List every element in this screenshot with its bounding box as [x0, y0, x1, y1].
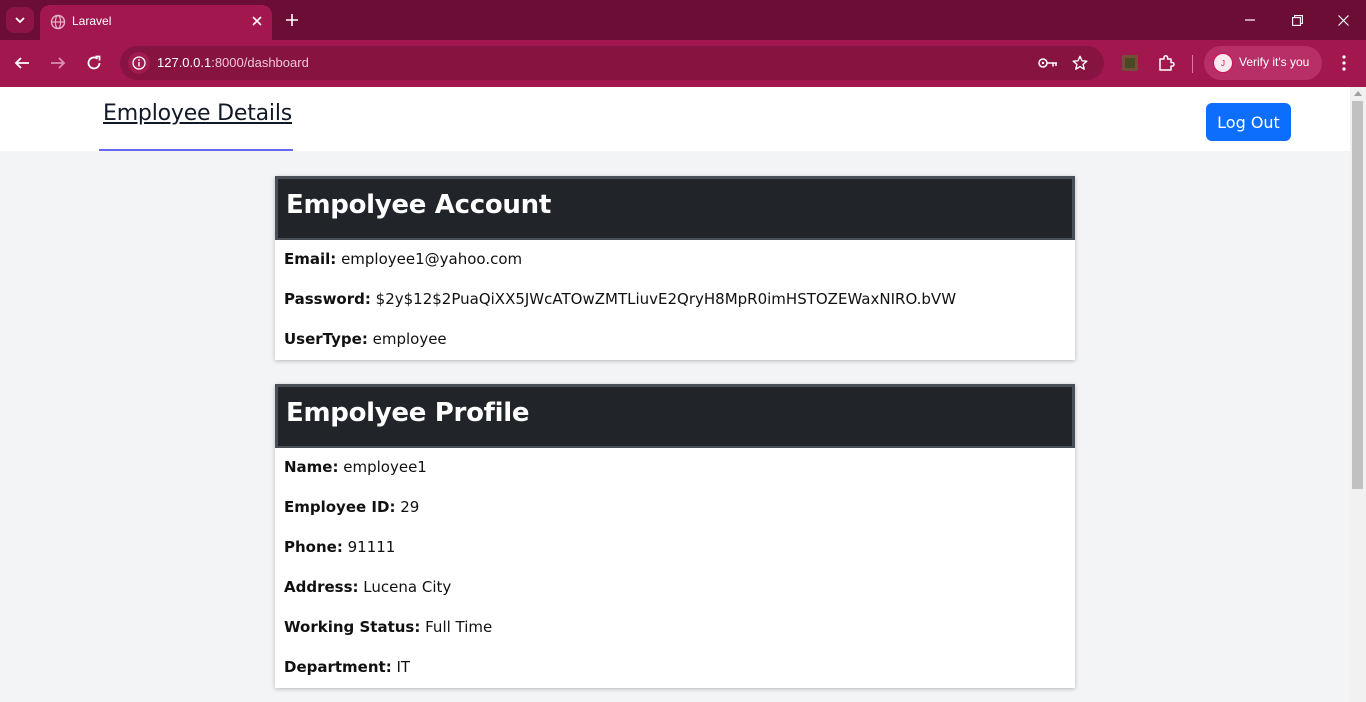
field-value: IT: [396, 658, 411, 676]
site-info-button[interactable]: [128, 52, 150, 74]
field-value: employee1: [343, 458, 427, 476]
key-icon: [1038, 58, 1057, 68]
field-label: Working Status:: [284, 618, 421, 636]
profile-name-row: Name: employee1: [284, 458, 427, 476]
field-value: Full Time: [425, 618, 493, 636]
address-bar[interactable]: 127.0.0.1:8000/dashboard: [120, 46, 1104, 80]
info-icon: [132, 56, 146, 70]
profile-label: Verify it's you: [1239, 55, 1310, 69]
tab-close-button[interactable]: [248, 12, 266, 30]
employee-details-link[interactable]: Employee Details: [103, 101, 292, 126]
extension-app-icon: [1122, 55, 1138, 71]
profile-working-status-row: Working Status: Full Time: [284, 618, 492, 636]
avatar: J: [1213, 53, 1233, 73]
scroll-up-arrow-icon[interactable]: [1354, 91, 1362, 96]
profile-card: Empolyee Profile Name: employee1 Employe…: [275, 384, 1075, 688]
new-tab-button[interactable]: [282, 10, 302, 30]
scroll-thumb[interactable]: [1352, 101, 1363, 489]
field-label: Address:: [284, 578, 359, 596]
field-label: Password:: [284, 290, 371, 308]
browser-toolbar: 127.0.0.1:8000/dashboard J Verify it's y…: [0, 40, 1366, 87]
browser-tabbar: Laravel: [0, 0, 1366, 40]
url-path: :8000/dashboard: [211, 55, 309, 70]
nav-brand: Employee Details: [99, 87, 293, 151]
account-card-title: Empolyee Account: [286, 190, 551, 220]
profile-address-row: Address: Lucena City: [284, 578, 451, 596]
plus-icon: [286, 14, 298, 26]
tab-title: Laravel: [72, 14, 112, 28]
account-usertype-row: UserType: employee: [284, 330, 447, 348]
field-value: Lucena City: [363, 578, 452, 596]
arrow-right-icon: [51, 57, 66, 69]
extension-app-button[interactable]: [1119, 52, 1141, 74]
url-host: 127.0.0.1: [157, 55, 212, 70]
app-navbar: Employee Details Log Out: [0, 87, 1350, 151]
field-label: Name:: [284, 458, 339, 476]
tab-search-button[interactable]: [6, 7, 34, 33]
field-value: $2y$12$2PuaQiXX5JWcATOwZMTLiuvE2QryH8MpR…: [375, 290, 957, 308]
arrow-left-icon: [14, 57, 29, 69]
profile-department-row: Department: IT: [284, 658, 410, 676]
minimize-icon: [1245, 19, 1255, 21]
restore-icon: [1291, 14, 1303, 26]
profile-phone-row: Phone: 91111: [284, 538, 395, 556]
reload-icon: [87, 55, 101, 70]
account-password-row: Password: $2y$12$2PuaQiXX5JWcATOwZMTLiuv…: [284, 290, 956, 308]
bookmark-star-button[interactable]: [1070, 53, 1090, 73]
account-card-header: Empolyee Account: [275, 176, 1075, 240]
field-label: Employee ID:: [284, 498, 396, 516]
browser-menu-button[interactable]: [1334, 52, 1354, 74]
back-button[interactable]: [11, 52, 33, 74]
browser-tab[interactable]: Laravel: [40, 5, 272, 40]
page-scrollbar[interactable]: [1350, 87, 1366, 702]
field-label: Email:: [284, 250, 337, 268]
field-label: Phone:: [284, 538, 343, 556]
field-label: UserType:: [284, 330, 368, 348]
field-value: employee1@yahoo.com: [341, 250, 523, 268]
profile-card-title: Empolyee Profile: [286, 398, 530, 428]
restore-button[interactable]: [1287, 10, 1307, 30]
field-label: Department:: [284, 658, 392, 676]
toolbar-separator: [1192, 55, 1193, 73]
kebab-menu-icon: [1342, 55, 1346, 71]
minimize-button[interactable]: [1240, 10, 1260, 30]
field-value: employee: [372, 330, 447, 348]
page-viewport: Employee Details Log Out Empolyee Accoun…: [0, 87, 1350, 702]
url-text: 127.0.0.1:8000/dashboard: [157, 55, 309, 70]
forward-button[interactable]: [47, 52, 69, 74]
star-icon: [1072, 55, 1088, 70]
logout-button[interactable]: Log Out: [1206, 103, 1291, 141]
profile-card-header: Empolyee Profile: [275, 384, 1075, 448]
password-key-button[interactable]: [1038, 53, 1058, 73]
puzzle-icon: [1159, 54, 1175, 71]
close-icon: [252, 16, 262, 26]
profile-button[interactable]: J Verify it's you: [1204, 46, 1322, 80]
close-window-button[interactable]: [1333, 10, 1353, 30]
account-email-row: Email: employee1@yahoo.com: [284, 250, 522, 268]
globe-icon: [50, 14, 66, 30]
profile-employee-id-row: Employee ID: 29: [284, 498, 419, 516]
extensions-button[interactable]: [1155, 52, 1177, 74]
chevron-down-icon: [15, 17, 25, 24]
field-value: 91111: [347, 538, 396, 556]
account-card: Empolyee Account Email: employee1@yahoo.…: [275, 176, 1075, 360]
close-icon: [1337, 14, 1349, 26]
reload-button[interactable]: [83, 52, 105, 74]
field-value: 29: [400, 498, 420, 516]
